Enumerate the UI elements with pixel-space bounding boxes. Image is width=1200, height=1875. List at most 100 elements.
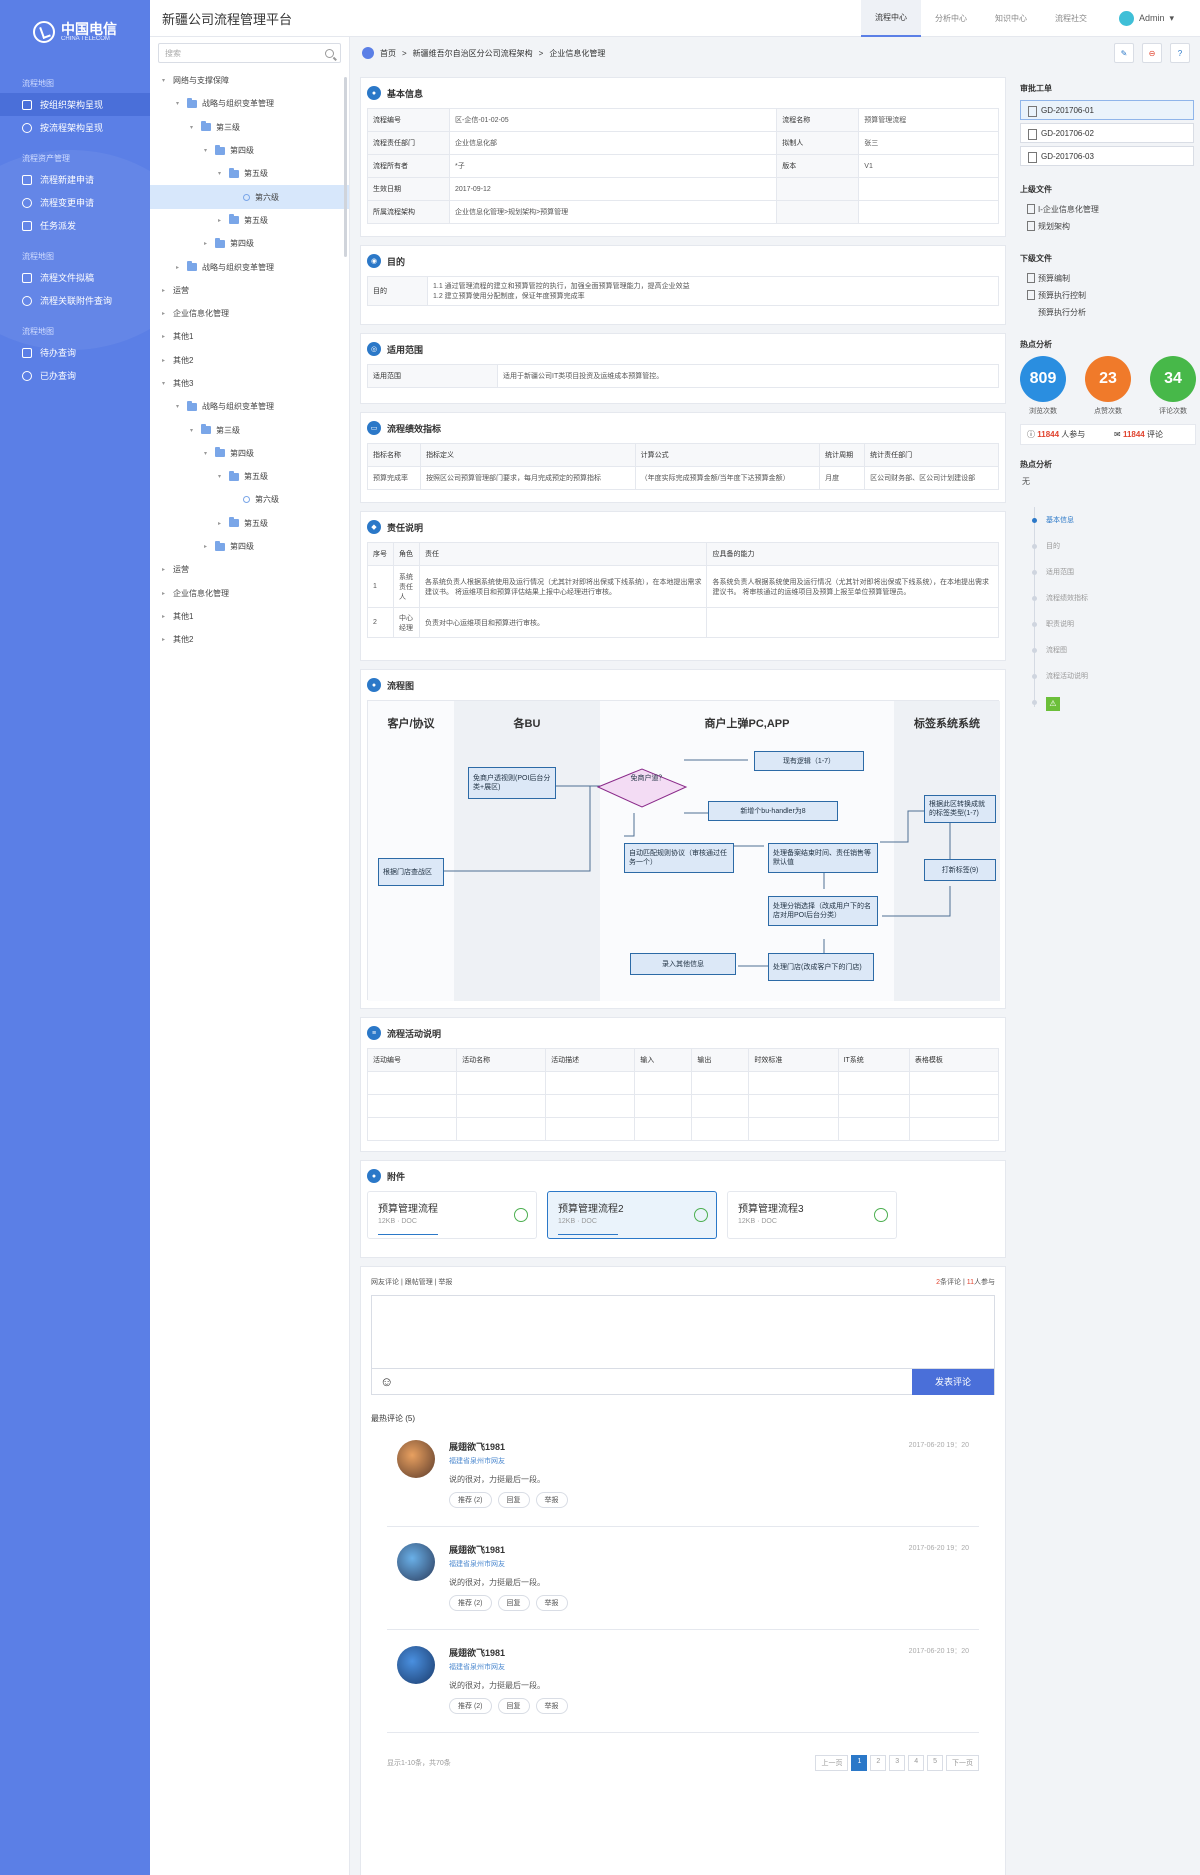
search-icon[interactable] [325,48,334,58]
flow-node[interactable]: 处理分销选择（改成用户下的名店对用POI后台分类） [768,896,878,926]
tree-node[interactable]: ▾ 第四级 [150,442,349,465]
page-button[interactable]: 2 [870,1755,887,1771]
tree-toggle-icon[interactable]: ▸ [162,613,168,620]
tree-node[interactable]: ▸ 第四级 [150,232,349,255]
nav-item[interactable]: 已办查询 [0,364,150,387]
page-button[interactable]: 下一页 [946,1755,979,1771]
timeline-item[interactable]: 流程图 [1024,637,1200,663]
tree-toggle-icon[interactable]: ▸ [218,520,224,527]
tree-toggle-icon[interactable]: ▸ [176,264,182,271]
tree-toggle-icon[interactable]: ▸ [162,357,168,364]
tree-node[interactable]: ▾ 第四级 [150,139,349,162]
tree-node[interactable]: ▾ 第五级 [150,162,349,185]
tree-node[interactable]: ▸ 其他1 [150,605,349,628]
tree-toggle-icon[interactable]: ▸ [218,217,224,224]
tree-toggle-icon[interactable]: ▾ [204,450,210,457]
tree-node[interactable]: ▸ 其他2 [150,628,349,651]
flow-node[interactable]: 录入其他信息 [630,953,736,975]
tree-node[interactable]: ▾ 网络与支撑保障 [150,69,349,92]
child-file-link[interactable]: 预算编制 [1016,270,1200,287]
flow-node[interactable]: 打新标签(9) [924,859,996,881]
flow-node[interactable]: 自动匹配规则协议（审核通过任务一个） [624,843,734,873]
attachment-card[interactable]: 预算管理流程3 12KB · DOC [727,1191,897,1239]
arrow-right-icon[interactable] [514,1208,528,1222]
report-button[interactable]: 举报 [535,1698,568,1714]
nav-item[interactable]: 按组织架构呈现 [0,93,150,116]
arrow-right-icon[interactable] [694,1208,708,1222]
stop-button[interactable]: ⊖ [1142,43,1162,63]
tree-node[interactable]: ▸ 运营 [150,558,349,581]
tree-toggle-icon[interactable]: ▸ [162,590,168,597]
reply-button[interactable]: 回复 [497,1698,530,1714]
breadcrumb-home[interactable]: 首页 [380,48,396,59]
timeline-item[interactable]: 流程活动说明 [1024,663,1200,689]
tree-toggle-icon[interactable]: ▸ [162,333,168,340]
breadcrumb-architecture[interactable]: 新疆维吾尔自治区分公司流程架构 [413,48,533,59]
recommend-button[interactable]: 推荐 (2) [449,1698,492,1714]
tree-toggle-icon[interactable]: ▾ [176,403,182,410]
tree-toggle-icon[interactable]: ▾ [218,170,224,177]
comment-textarea[interactable]: ☺ 发表评论 [371,1295,995,1395]
timeline-item[interactable]: 目的 [1024,533,1200,559]
tree-toggle-icon[interactable]: ▾ [218,473,224,480]
nav-item[interactable]: 按流程架构呈现 [0,116,150,139]
tree-toggle-icon[interactable]: ▸ [204,543,210,550]
flow-node[interactable]: 免商户透视则(POI后台分类+展区) [468,767,556,799]
recommend-button[interactable]: 推荐 (2) [449,1595,492,1611]
flow-node[interactable]: 现有逻辑（1-7） [754,751,864,771]
tree-node[interactable]: ▸ 战略与组织变革管理 [150,255,349,278]
user-menu[interactable]: Admin ▾ [1101,10,1200,26]
tab-analysis-center[interactable]: 分析中心 [921,0,981,37]
page-button[interactable]: 1 [851,1755,868,1771]
comment-author[interactable]: 展翅欲飞1981 [449,1543,969,1556]
tree-node[interactable]: ▾ 其他3 [150,372,349,395]
tree-node[interactable]: ▸ 第五级 [150,512,349,535]
timeline-item[interactable]: 职责说明 [1024,611,1200,637]
comment-tabs[interactable]: 网友评论 | 跟帖管理 | 举报 [371,1277,452,1287]
tree-scrollbar[interactable] [344,77,347,257]
tree-node[interactable]: ▸ 企业信息化管理 [150,582,349,605]
reply-button[interactable]: 回复 [497,1595,530,1611]
flow-node[interactable]: 处理备案结束时间、责任销售等默认值 [768,843,878,873]
flow-node[interactable]: 处理门店(改成客户下的门店) [768,953,874,981]
timeline-item[interactable]: 基本信息 [1024,507,1200,533]
timeline-item[interactable]: 适用范围 [1024,559,1200,585]
parent-file-link[interactable]: 规划架构 [1016,218,1200,235]
attachment-card[interactable]: 预算管理流程 12KB · DOC [367,1191,537,1239]
tree-toggle-icon[interactable]: ▸ [204,240,210,247]
logo[interactable]: 中国电信 CHINA TELECOM [0,0,150,64]
avatar[interactable] [397,1543,435,1581]
parent-file-link[interactable]: I-企业信息化管理 [1016,201,1200,218]
child-file-link[interactable]: 预算执行分析 [1016,304,1200,321]
tree-toggle-icon[interactable]: ▾ [204,147,210,154]
page-button[interactable]: 4 [908,1755,925,1771]
report-button[interactable]: 举报 [535,1492,568,1508]
reply-button[interactable]: 回复 [497,1492,530,1508]
tree-node[interactable]: ▸ 第四级 [150,535,349,558]
report-button[interactable]: 举报 [535,1595,568,1611]
tree-node[interactable]: ▾ 战略与组织变革管理 [150,395,349,418]
help-button[interactable]: ? [1170,43,1190,63]
tree-node[interactable]: ▸ 其他2 [150,349,349,372]
arrow-right-icon[interactable] [874,1208,888,1222]
page-button[interactable]: 5 [927,1755,943,1771]
tree-node[interactable]: ▸ 企业信息化管理 [150,302,349,325]
tree-node[interactable]: ▸ 运营 [150,279,349,302]
attachment-card[interactable]: 预算管理流程2 12KB · DOC [547,1191,717,1239]
avatar[interactable] [397,1646,435,1684]
tree-node[interactable]: 第六级 [150,185,349,209]
comment-author[interactable]: 展翅欲飞1981 [449,1646,969,1659]
tab-process-social[interactable]: 流程社交 [1041,0,1101,37]
tree-node[interactable]: ▸ 第五级 [150,209,349,232]
tree-node[interactable]: ▾ 战略与组织变革管理 [150,92,349,115]
comment-author[interactable]: 展翅欲飞1981 [449,1440,969,1453]
approval-order-item[interactable]: GD-201706-03 [1020,146,1194,166]
edit-button[interactable]: ✎ [1114,43,1134,63]
submit-comment-button[interactable]: 发表评论 [912,1368,994,1395]
tree-toggle-icon[interactable]: ▾ [162,380,168,387]
avatar[interactable] [397,1440,435,1478]
flow-node[interactable]: 根据此区转换成就的标签类型(1-7) [924,795,996,823]
tree-node[interactable]: ▾ 第三级 [150,116,349,139]
tree-toggle-icon[interactable]: ▸ [162,310,168,317]
tab-process-center[interactable]: 流程中心 [860,0,921,37]
